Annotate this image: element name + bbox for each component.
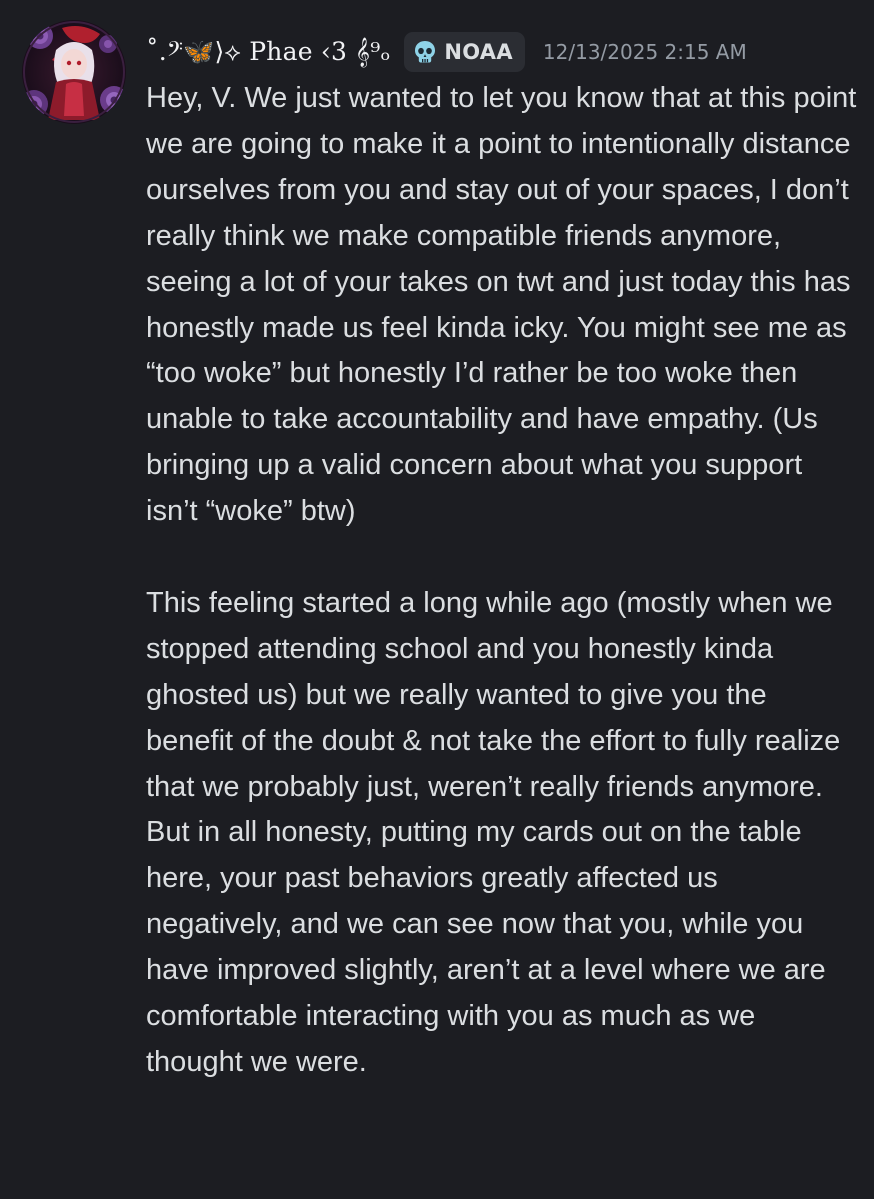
server-tag[interactable]: NOAA bbox=[404, 32, 525, 72]
chat-message: ˚.𝄢🦋⟩⟡ Phae ‹3 𝄞⁹ₒ NOAA 12/13/2025 2:15 … bbox=[0, 0, 874, 1199]
user-avatar[interactable] bbox=[22, 20, 126, 124]
author-display-name[interactable]: ˚.𝄢🦋⟩⟡ Phae ‹3 𝄞⁹ₒ bbox=[146, 26, 390, 78]
rose-character-avatar bbox=[22, 20, 126, 124]
message-paragraph: This feeling started a long while ago (m… bbox=[146, 586, 849, 1079]
server-tag-label: NOAA bbox=[444, 40, 513, 64]
skull-icon bbox=[412, 39, 438, 65]
message-content: Hey, V. We just wanted to let you know t… bbox=[146, 76, 858, 1086]
message-header: ˚.𝄢🦋⟩⟡ Phae ‹3 𝄞⁹ₒ NOAA 12/13/2025 2:15 … bbox=[146, 26, 747, 78]
message-paragraph: Hey, V. We just wanted to let you know t… bbox=[146, 82, 865, 528]
message-timestamp[interactable]: 12/13/2025 2:15 AM bbox=[543, 40, 747, 64]
